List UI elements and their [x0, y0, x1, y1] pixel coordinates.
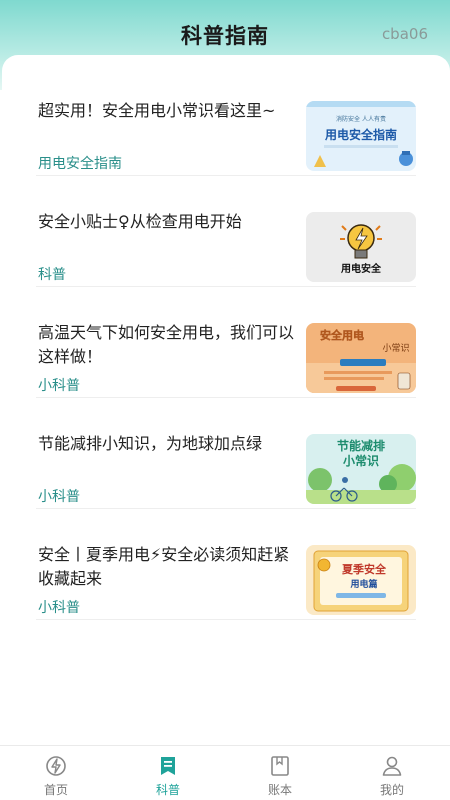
article-thumbnail: 节能减排 小常识	[306, 434, 416, 504]
home-icon	[44, 754, 68, 778]
user-icon	[380, 754, 404, 778]
article-thumbnail: 安全用电 小常识	[306, 323, 416, 393]
thumb-caption: 小常识	[343, 453, 379, 468]
article-title: 安全丨夏季用电⚡安全必读须知赶紧收藏起来	[38, 545, 290, 588]
article-title: 安全小贴士♀从检查用电开始	[38, 212, 242, 231]
article-thumbnail: 用电安全	[306, 212, 416, 282]
thumb-caption: 用电安全	[340, 262, 382, 275]
tab-label: 账本	[267, 783, 292, 797]
thumb-caption: 小常识	[382, 342, 409, 354]
tab-label: 首页	[43, 783, 68, 797]
article-source: 用电安全指南	[38, 156, 122, 172]
article-item[interactable]: 节能减排小知识，为地球加点绿 小科普 节能减排 小常识	[36, 398, 416, 509]
tab-mine[interactable]: 我的	[336, 746, 448, 800]
thumb-caption: 消防安全 人人有责	[336, 115, 386, 123]
tab-science[interactable]: 科普	[112, 746, 224, 800]
article-title: 节能减排小知识，为地球加点绿	[38, 434, 263, 453]
bottom-tab-bar: 首页 科普 账本 我的	[0, 745, 450, 800]
tab-label: 科普	[155, 783, 180, 797]
thumb-caption: 节能减排	[337, 438, 385, 453]
article-item[interactable]: 安全小贴士♀从检查用电开始 科普 用电安全	[36, 176, 416, 287]
article-title: 高温天气下如何安全用电，我们可以这样做！	[38, 323, 295, 366]
bookmark-icon	[156, 754, 180, 778]
article-title: 超实用！安全用电小常识看这里~	[38, 101, 276, 120]
thumb-caption: 安全用电	[320, 328, 364, 342]
article-source: 小科普	[38, 489, 80, 505]
article-item[interactable]: 超实用！安全用电小常识看这里~ 用电安全指南 消防安全 人人有责 用电安全指南	[36, 65, 416, 176]
article-source: 科普	[38, 267, 66, 283]
ledger-icon	[268, 754, 292, 778]
article-source: 小科普	[38, 378, 80, 394]
tab-ledger[interactable]: 账本	[224, 746, 336, 800]
thumb-caption: 夏季安全	[342, 562, 387, 576]
tab-home[interactable]: 首页	[0, 746, 112, 800]
article-item[interactable]: 高温天气下如何安全用电，我们可以这样做！ 小科普 安全用电 小常识	[36, 287, 416, 398]
article-list-card: 超实用！安全用电小常识看这里~ 用电安全指南 消防安全 人人有责 用电安全指南 …	[2, 55, 450, 745]
thumb-caption: 用电篇	[349, 578, 377, 590]
article-source: 小科普	[38, 600, 80, 616]
tab-label: 我的	[379, 783, 404, 797]
thumb-caption: 用电安全指南	[324, 127, 397, 142]
article-item[interactable]: 安全丨夏季用电⚡安全必读须知赶紧收藏起来 小科普 夏季安全 用电篇	[36, 509, 416, 620]
header-tag: cba06	[381, 25, 428, 43]
article-thumbnail: 夏季安全 用电篇	[306, 545, 416, 615]
article-thumbnail: 消防安全 人人有责 用电安全指南	[306, 101, 416, 171]
